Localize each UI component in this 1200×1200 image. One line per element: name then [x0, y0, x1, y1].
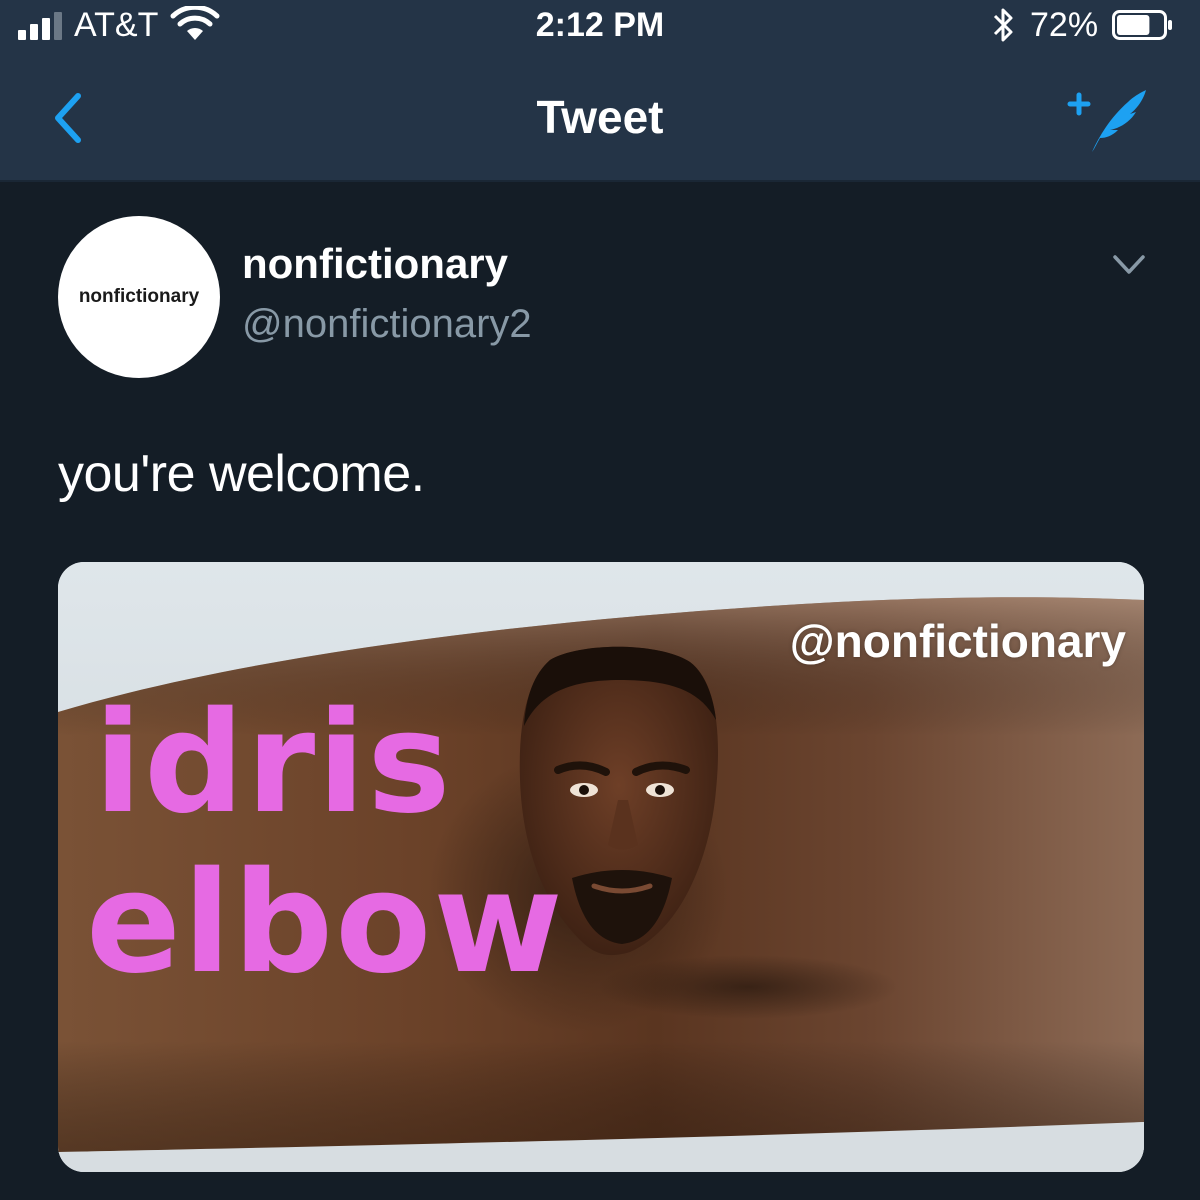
- compose-tweet-icon[interactable]: [1066, 82, 1150, 156]
- top-bar: AT&T 2:12 PM 72% Tweet: [0, 0, 1200, 182]
- tweet-text: you're welcome.: [58, 445, 425, 503]
- chevron-down-icon[interactable]: [1112, 252, 1146, 278]
- bluetooth-icon: [993, 8, 1013, 42]
- avatar[interactable]: nonfictionary: [58, 216, 220, 378]
- tweet-detail-screen: AT&T 2:12 PM 72% Tweet nonfictionary non…: [0, 0, 1200, 1200]
- battery-icon: [1112, 10, 1172, 40]
- image-caption-line-2: elbow: [86, 842, 565, 1005]
- battery-percent: 72%: [1030, 6, 1099, 44]
- tweet-media-image[interactable]: @nonfictionary idris elbow: [58, 562, 1144, 1172]
- user-handle[interactable]: @nonfictionary2: [242, 302, 532, 347]
- status-bar: AT&T 2:12 PM 72%: [0, 0, 1200, 52]
- image-caption-line-1: idris: [94, 682, 453, 845]
- page-title: Tweet: [536, 91, 664, 143]
- tweet: nonfictionary nonfictionary @nonfictiona…: [0, 182, 1200, 1200]
- display-name[interactable]: nonfictionary: [242, 240, 508, 288]
- status-time: 2:12 PM: [535, 6, 665, 44]
- avatar-logo-text: nonfictionary: [78, 286, 200, 307]
- image-watermark: @nonfictionary: [789, 615, 1126, 667]
- navigation-bar: Tweet: [0, 60, 1200, 178]
